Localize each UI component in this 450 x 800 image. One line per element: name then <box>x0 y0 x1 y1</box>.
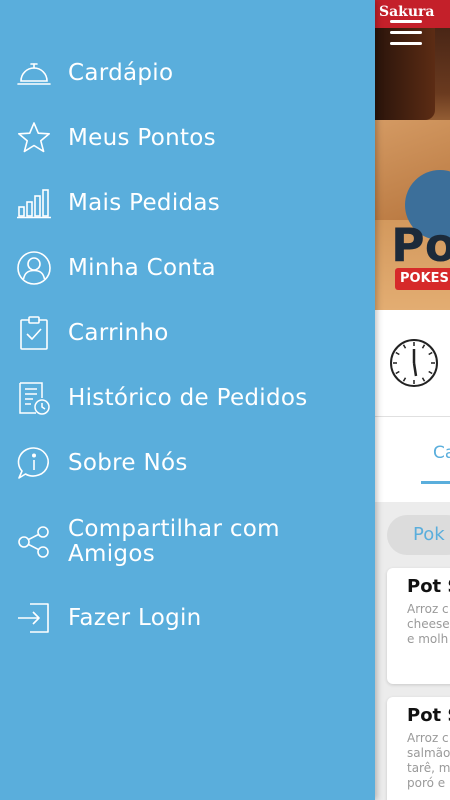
menu-item-label: Cardápio <box>68 59 174 86</box>
service-bell-icon <box>16 55 52 91</box>
filter-chip[interactable]: Pok <box>387 515 450 555</box>
store-info-bar <box>375 310 450 417</box>
product-title: Pot S <box>407 576 450 597</box>
product-card[interactable]: Pot S Arroz c salmão tarê, m poró e <box>387 697 450 800</box>
user-circle-icon <box>16 250 52 286</box>
menu-item-mais-pedidas[interactable]: Mais Pedidas <box>0 174 375 232</box>
menu-item-fazer-login[interactable]: Fazer Login <box>0 589 375 647</box>
menu-item-sobre-nos[interactable]: Sobre Nós <box>0 434 375 492</box>
bar-chart-icon <box>16 185 52 221</box>
logo-text: Po <box>391 218 450 272</box>
product-description: Arroz c salmão tarê, m poró e <box>407 731 450 790</box>
tab-category[interactable]: Ca <box>433 443 450 463</box>
menu-item-historico[interactable]: Histórico de Pedidos <box>0 369 375 427</box>
tab-active-indicator <box>421 481 450 484</box>
share-icon <box>16 524 52 560</box>
menu-item-minha-conta[interactable]: Minha Conta <box>0 239 375 297</box>
app-background-content: Sakura Po POKES Ca Pok Pot S Arroz c <box>375 0 450 800</box>
menu-item-compartilhar[interactable]: Compartilhar com Amigos <box>0 504 375 580</box>
menu-item-carrinho[interactable]: Carrinho <box>0 304 375 362</box>
menu-item-cardapio[interactable]: Cardápio <box>0 44 375 102</box>
clock-icon <box>390 339 438 387</box>
login-icon <box>16 600 52 636</box>
product-card[interactable]: Pot S Arroz c cheese e molh <box>387 568 450 684</box>
product-description: Arroz c cheese e molh <box>407 602 450 646</box>
menu-item-label: Sobre Nós <box>68 449 188 476</box>
history-document-icon <box>16 380 52 416</box>
clipboard-check-icon <box>16 315 52 351</box>
star-icon <box>16 120 52 156</box>
product-title: Pot S <box>407 705 450 726</box>
filter-chip-label: Pok <box>413 524 445 545</box>
menu-item-label: Carrinho <box>68 319 169 346</box>
menu-item-label: Histórico de Pedidos <box>68 384 308 411</box>
menu-item-label: Meus Pontos <box>68 124 216 151</box>
menu-item-label: Compartilhar com Amigos <box>68 516 280 567</box>
logo-banner-text: POKES <box>400 271 449 286</box>
info-speech-icon <box>16 445 52 481</box>
hero-banner-image: Sakura Po POKES <box>375 0 450 310</box>
menu-item-meus-pontos[interactable]: Meus Pontos <box>0 109 375 167</box>
menu-item-label: Mais Pedidas <box>68 189 221 216</box>
logo-banner: POKES <box>395 268 450 290</box>
hamburger-menu-icon[interactable] <box>390 20 422 48</box>
category-tabs: Ca <box>375 417 450 502</box>
bottle-label-text: Sakura <box>379 4 435 20</box>
navigation-drawer: Cardápio Meus Pontos Mais Pedidas Minha … <box>0 0 375 800</box>
menu-item-label: Minha Conta <box>68 254 216 281</box>
menu-item-label: Fazer Login <box>68 604 202 631</box>
